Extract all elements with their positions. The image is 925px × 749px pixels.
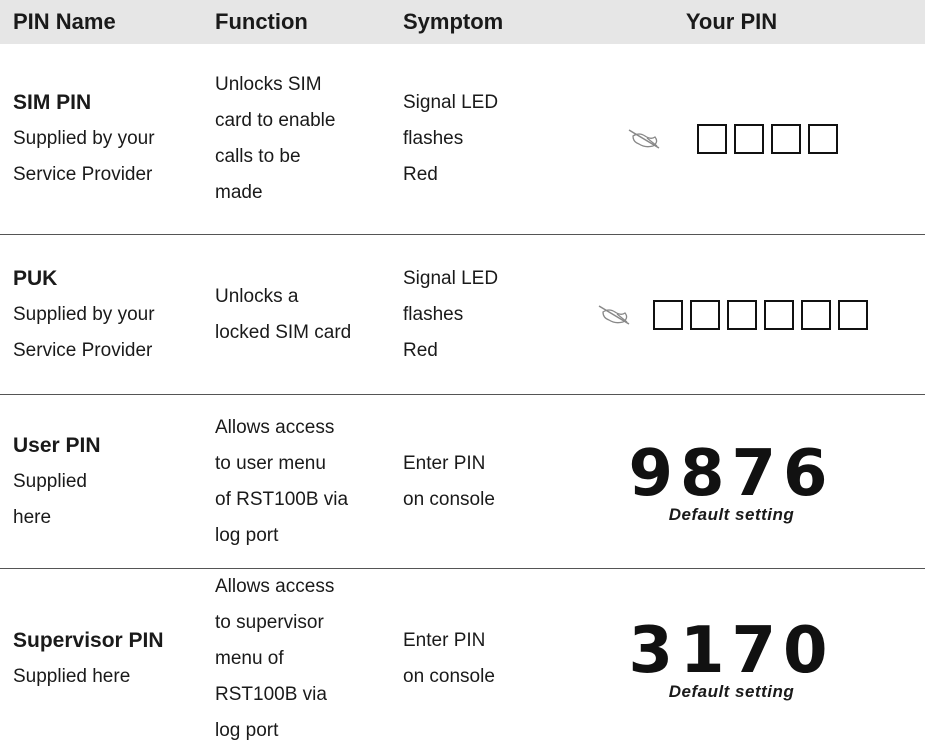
- pin-name-cell: PUK Supplied by your Service Provider: [0, 261, 202, 369]
- function-line: log port: [215, 720, 279, 741]
- table-row: User PIN Supplied here Allows access to …: [0, 395, 925, 569]
- supervisor-pin-value: 3170: [628, 614, 835, 688]
- pin-name-sub: Supplied by your: [13, 128, 155, 149]
- function-cell: Unlocks SIM card to enable calls to be m…: [202, 67, 390, 211]
- your-pin-cell: [538, 299, 925, 330]
- pin-name: SIM PIN: [13, 91, 92, 114]
- pin-name-cell: User PIN Supplied here: [0, 428, 202, 536]
- function-line: Unlocks SIM: [215, 74, 322, 95]
- pin-digit-box[interactable]: [771, 124, 801, 154]
- function-cell: Allows access to user menu of RST100B vi…: [202, 410, 390, 554]
- pin-digit-box[interactable]: [808, 124, 838, 154]
- header-symptom: Symptom: [403, 9, 504, 34]
- pin-table: PIN Name Function Symptom Your PIN SIM P…: [0, 0, 925, 741]
- pencil-icon: [595, 300, 639, 330]
- pin-name-sub: Service Provider: [13, 164, 153, 185]
- function-line: Allows access: [215, 576, 335, 597]
- symptom-line: Enter PIN: [403, 452, 486, 474]
- function-line: Allows access: [215, 416, 335, 438]
- function-line: Unlocks a: [215, 285, 299, 307]
- function-line: locked SIM card: [215, 321, 352, 343]
- puk-digit-box[interactable]: [727, 299, 757, 330]
- function-line: menu of: [215, 648, 284, 669]
- pin-name-sub: Supplied: [13, 470, 87, 492]
- pin-digit-box[interactable]: [734, 124, 764, 154]
- symptom-line: flashes: [403, 128, 464, 149]
- puk-digit-box[interactable]: [801, 299, 831, 330]
- pin-digit-box[interactable]: [697, 124, 727, 154]
- function-line: of RST100B via: [215, 488, 349, 510]
- function-line: log port: [215, 524, 279, 546]
- symptom-cell: Signal LED flashes Red: [390, 85, 538, 193]
- puk-digit-box[interactable]: [690, 299, 720, 330]
- function-line: RST100B via: [215, 684, 327, 705]
- function-line: made: [215, 182, 263, 203]
- pin-name: User PIN: [13, 433, 101, 457]
- user-pin-value: 9876: [628, 436, 835, 511]
- pin-name-cell: SIM PIN Supplied by your Service Provide…: [0, 85, 202, 193]
- header-pin-name: PIN Name: [13, 9, 116, 34]
- pencil-icon: [625, 124, 669, 154]
- symptom-line: Signal LED: [403, 92, 499, 113]
- symptom-line: Red: [403, 164, 438, 185]
- pin-name-sub: Supplied here: [13, 666, 131, 687]
- table-header: PIN Name Function Symptom Your PIN: [0, 0, 925, 44]
- symptom-line: on console: [403, 488, 495, 510]
- table-row: SIM PIN Supplied by your Service Provide…: [0, 44, 925, 235]
- default-setting-note: Default setting: [668, 682, 795, 701]
- default-setting-note: Default setting: [668, 504, 795, 524]
- pin-name: PUK: [13, 266, 58, 290]
- puk-digit-box[interactable]: [838, 299, 868, 330]
- function-line: to user menu: [215, 452, 326, 474]
- pin-display: 9876 Default setting: [628, 439, 834, 525]
- your-pin-cell: 3170 Default setting: [538, 616, 925, 702]
- symptom-line: Red: [403, 339, 438, 361]
- function-line: calls to be: [215, 146, 301, 167]
- pin-display: 3170 Default setting: [628, 616, 834, 702]
- pin-name-sub: Service Provider: [13, 339, 153, 361]
- puk-digit-box[interactable]: [764, 299, 794, 330]
- table-row: Supervisor PIN Supplied here Allows acce…: [0, 569, 925, 741]
- pin-entry-boxes[interactable]: [697, 124, 838, 154]
- symptom-line: Signal LED: [403, 267, 499, 289]
- header-function: Function: [215, 9, 308, 34]
- symptom-line: on console: [403, 666, 495, 687]
- puk-digit-box[interactable]: [653, 299, 683, 330]
- your-pin-cell: [538, 124, 925, 154]
- header-your-pin: Your PIN: [685, 9, 778, 34]
- puk-entry-boxes[interactable]: [653, 299, 868, 330]
- symptom-cell: Enter PIN on console: [390, 446, 538, 518]
- your-pin-cell: 9876 Default setting: [538, 439, 925, 525]
- symptom-line: Enter PIN: [403, 630, 486, 651]
- pin-name: Supervisor PIN: [13, 629, 164, 652]
- symptom-cell: Signal LED flashes Red: [390, 261, 538, 369]
- pin-name-sub: Supplied by your: [13, 303, 155, 325]
- pin-name-cell: Supervisor PIN Supplied here: [0, 623, 202, 695]
- function-line: card to enable: [215, 110, 336, 131]
- symptom-cell: Enter PIN on console: [390, 623, 538, 695]
- table-row: PUK Supplied by your Service Provider Un…: [0, 235, 925, 395]
- function-cell: Unlocks a locked SIM card: [202, 279, 390, 351]
- symptom-line: flashes: [403, 303, 464, 325]
- function-line: to supervisor: [215, 612, 324, 633]
- function-cell: Allows access to supervisor menu of RST1…: [202, 569, 390, 749]
- pin-name-sub: here: [13, 506, 52, 528]
